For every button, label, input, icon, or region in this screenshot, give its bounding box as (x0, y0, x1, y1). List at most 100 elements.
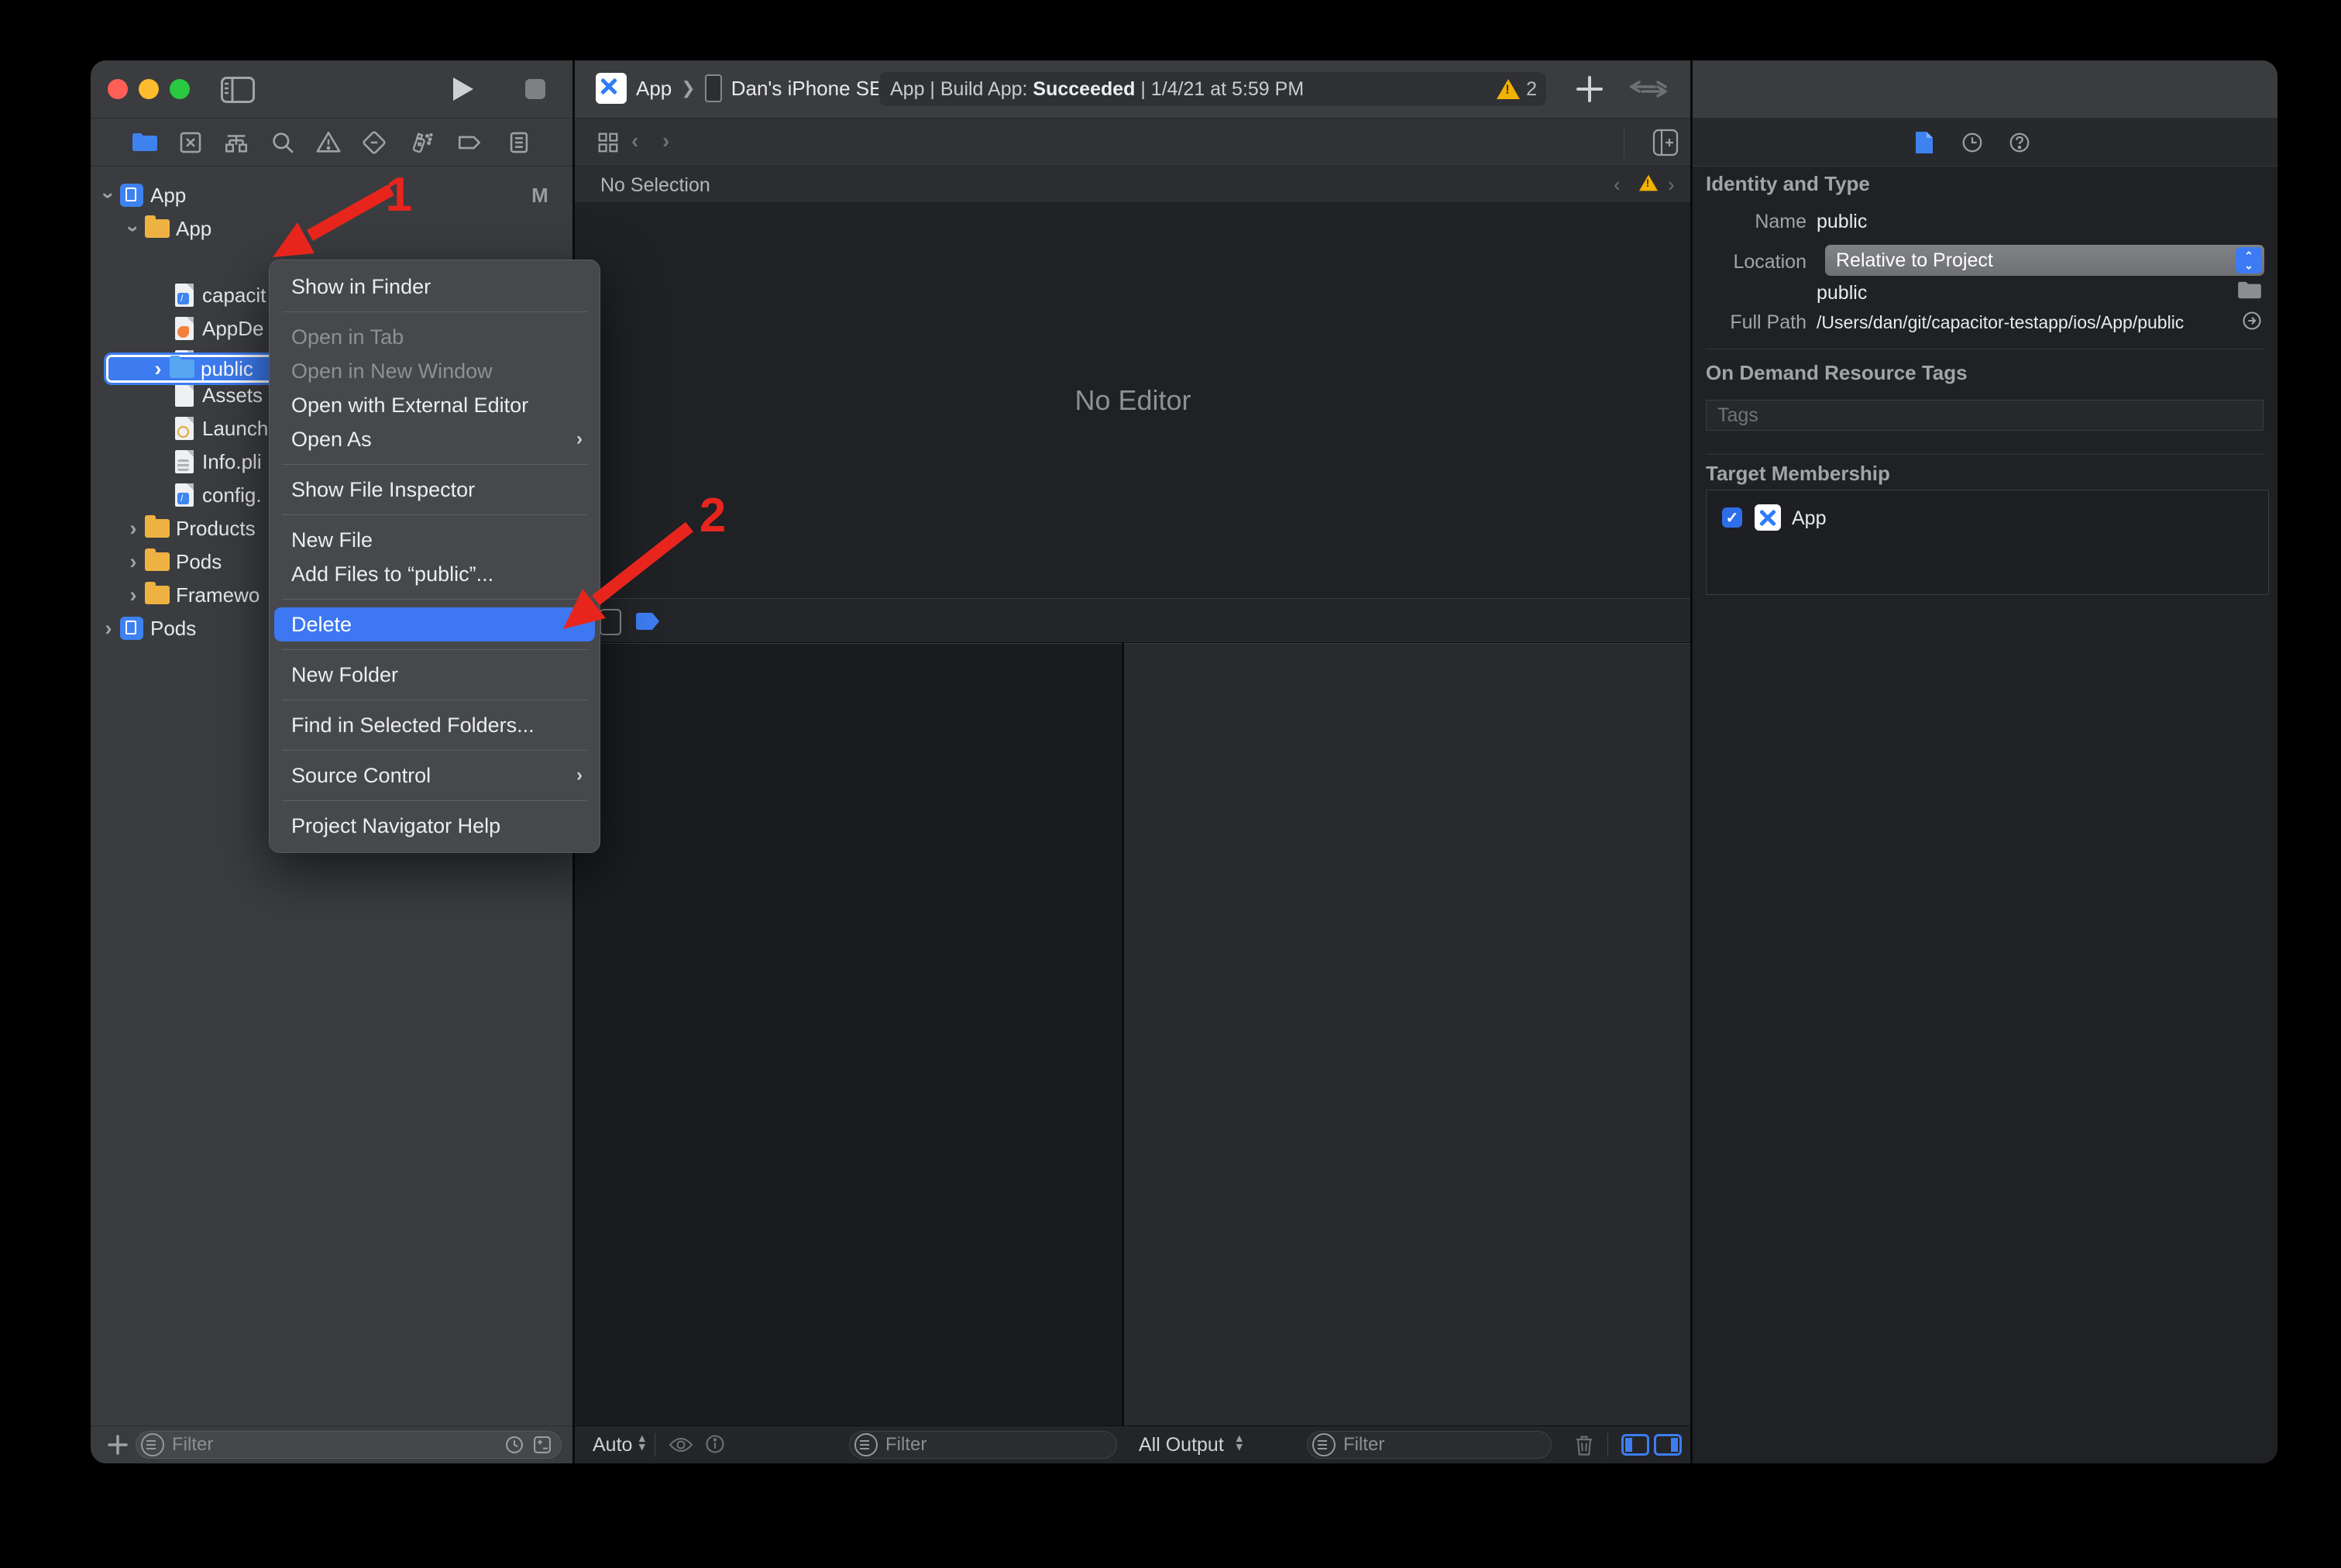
issue-navigator-tab[interactable] (315, 129, 342, 156)
variables-filter-field[interactable] (849, 1431, 1117, 1459)
debug-area-toggle-icon[interactable] (600, 609, 621, 635)
menu-item-add-files[interactable]: Add Files to “public”... (270, 557, 600, 591)
show-variables-pane-toggle[interactable] (1621, 1434, 1649, 1456)
disclosure-open-icon[interactable]: › (97, 185, 121, 205)
location-select[interactable]: Relative to Project ⌃⌃ (1825, 245, 2264, 276)
odr-section-header: On Demand Resource Tags (1706, 361, 1968, 385)
help-inspector-tab[interactable] (2008, 131, 2031, 154)
menu-item-delete[interactable]: Delete (274, 607, 595, 641)
source-control-navigator-tab[interactable] (177, 129, 204, 156)
run-button[interactable] (452, 76, 475, 102)
disclosure-closed-icon[interactable]: › (148, 357, 168, 381)
target-checkbox[interactable]: ✓ (1722, 507, 1742, 528)
scope-stepper-icon[interactable]: ▴▾ (639, 1434, 645, 1451)
inspector-divider[interactable] (1690, 60, 1693, 1463)
warning-badge[interactable]: 2 (1497, 78, 1537, 101)
variables-view[interactable] (574, 643, 1122, 1425)
navigator-filter-field[interactable] (136, 1431, 562, 1459)
fullpath-value: /Users/dan/git/capacitor-testapp/ios/App… (1817, 312, 2184, 333)
issue-warning-icon[interactable] (1637, 173, 1660, 197)
disclosure-open-icon[interactable]: › (122, 218, 146, 239)
folder-icon (145, 586, 170, 604)
file-inspector-tab[interactable] (1914, 130, 1934, 155)
run-destination[interactable]: Dan's iPhone SE (731, 77, 883, 101)
jump-bar-selection[interactable]: No Selection (600, 174, 710, 197)
console-output-select[interactable]: All Output (1139, 1434, 1224, 1456)
file-icon-swift (175, 317, 194, 340)
menu-separator (282, 514, 587, 515)
find-navigator-tab[interactable] (270, 129, 296, 156)
menu-item-open-as[interactable]: Open As› (270, 422, 600, 456)
toggle-sidebar-icon[interactable] (221, 77, 255, 103)
menu-item-show-in-finder[interactable]: Show in Finder (270, 270, 600, 304)
recent-files-clock-icon[interactable] (504, 1434, 525, 1456)
console-split-divider[interactable] (1122, 643, 1124, 1425)
show-values-eye-icon[interactable] (669, 1435, 693, 1455)
menu-item-new-file[interactable]: New File (270, 523, 600, 557)
forward-button[interactable]: › (662, 129, 669, 153)
variables-filter-input[interactable] (884, 1433, 1047, 1456)
tags-field[interactable] (1706, 400, 2264, 431)
variables-scope-select[interactable]: Auto (593, 1434, 632, 1456)
info-icon[interactable] (704, 1433, 726, 1455)
history-inspector-tab[interactable] (1961, 131, 1984, 154)
console-view[interactable] (1124, 643, 1692, 1425)
navigator-filter-input[interactable] (170, 1433, 428, 1456)
menu-item-new-folder[interactable]: New Folder (270, 658, 600, 692)
add-editor-button[interactable] (1652, 129, 1679, 156)
menu-item-open-in-new-window: Open in New Window (270, 354, 600, 388)
breakpoint-navigator-tab[interactable] (456, 129, 483, 156)
filter-menu-icon[interactable] (141, 1433, 164, 1456)
menu-item-project-navigator-help[interactable]: Project Navigator Help (270, 809, 600, 843)
scheme-chevron-icon: ❯ (681, 78, 695, 98)
console-filter-input[interactable] (1342, 1433, 1490, 1456)
xcode-window: App ❯ Dan's iPhone SE App | Build App: S… (91, 60, 2277, 1463)
close-window-button[interactable] (108, 79, 128, 99)
tree-row-folder-app[interactable]: › App (91, 212, 574, 245)
previous-issue-button[interactable]: ‹ (1614, 173, 1621, 197)
fullpath-label: Full Path (1692, 311, 1806, 334)
tree-row-project-app[interactable]: › App M (91, 179, 574, 211)
breakpoints-toggle-icon[interactable] (635, 611, 662, 631)
add-item-button[interactable] (105, 1432, 131, 1458)
disclosure-closed-icon[interactable]: › (123, 517, 143, 541)
name-value[interactable]: public (1817, 211, 1867, 233)
scheme-name[interactable]: App (636, 77, 672, 101)
activity-status-pill[interactable]: App | Build App: Succeeded | 1/4/21 at 5… (878, 71, 1547, 107)
navigator-bar (91, 118, 574, 167)
related-items-icon[interactable] (596, 131, 620, 154)
stop-button[interactable] (525, 79, 545, 99)
menu-item-find-in-selected-folders[interactable]: Find in Selected Folders... (270, 708, 600, 742)
iphone-icon (705, 74, 722, 102)
open-path-arrow-icon[interactable] (2241, 310, 2263, 332)
choose-folder-icon[interactable] (2236, 280, 2263, 301)
report-navigator-tab[interactable] (506, 129, 532, 156)
output-stepper-icon[interactable]: ▴▾ (1236, 1434, 1243, 1451)
back-button[interactable]: ‹ (631, 129, 638, 153)
test-navigator-tab[interactable] (361, 129, 387, 156)
menu-item-source-control[interactable]: Source Control› (270, 758, 600, 793)
zoom-window-button[interactable] (170, 79, 190, 99)
library-add-button[interactable] (1575, 74, 1604, 104)
debug-navigator-tab[interactable] (407, 129, 434, 156)
scheme-app-icon (596, 73, 627, 104)
disclosure-closed-icon[interactable]: › (123, 583, 143, 607)
tags-input[interactable] (1716, 404, 2219, 428)
tree-label: Info.pli (202, 450, 262, 474)
symbol-navigator-tab[interactable] (223, 129, 249, 156)
minimize-window-button[interactable] (139, 79, 159, 99)
console-filter-field[interactable] (1307, 1431, 1552, 1459)
show-console-pane-toggle[interactable] (1654, 1434, 1682, 1456)
project-navigator-tab[interactable] (131, 132, 159, 153)
clear-console-trash-icon[interactable] (1573, 1432, 1595, 1457)
menu-item-open-with-external-editor[interactable]: Open with External Editor (270, 388, 600, 422)
menu-separator (282, 800, 587, 801)
code-review-arrows-icon[interactable] (1628, 77, 1669, 101)
disclosure-closed-icon[interactable]: › (123, 550, 143, 574)
next-issue-button[interactable]: › (1668, 173, 1675, 197)
group-value[interactable]: public (1817, 282, 1867, 304)
menu-item-show-file-inspector[interactable]: Show File Inspector (270, 473, 600, 507)
disclosure-closed-icon[interactable]: › (98, 617, 119, 641)
source-control-status-icon[interactable] (531, 1434, 553, 1456)
file-icon-code (175, 284, 194, 307)
